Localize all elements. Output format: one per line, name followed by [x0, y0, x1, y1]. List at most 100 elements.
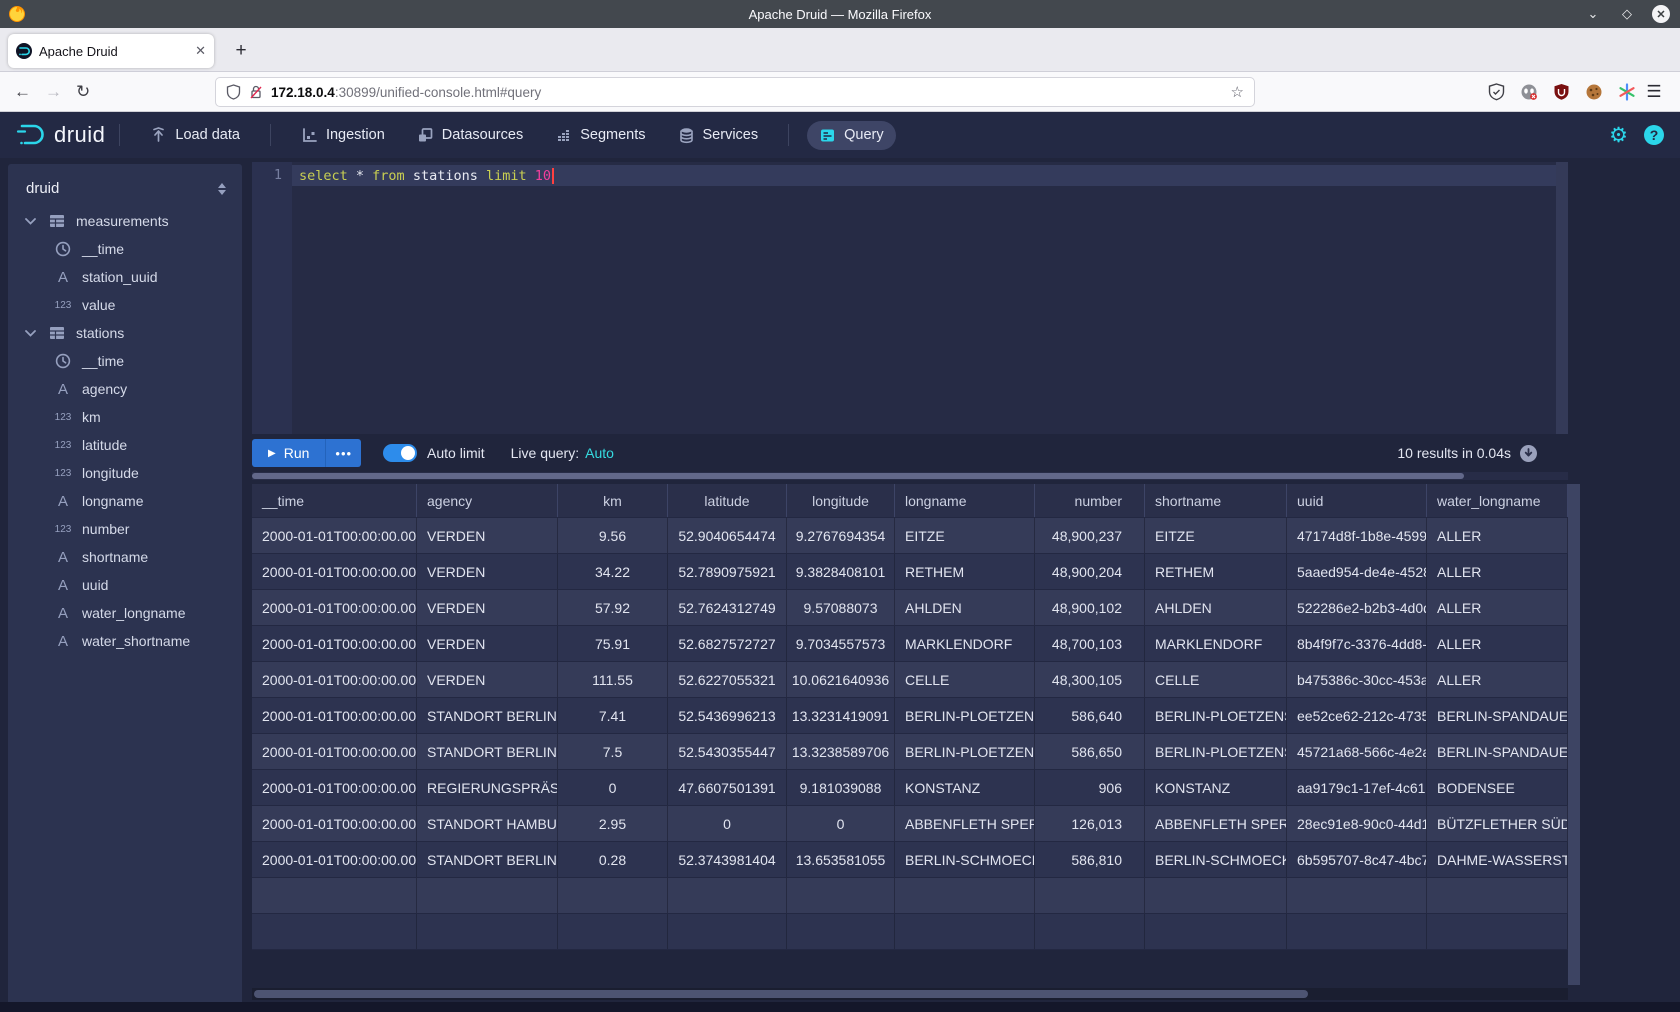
cell-km: 34.22 [558, 554, 668, 589]
tracking-shield-icon[interactable] [226, 84, 241, 100]
nav-item-services[interactable]: Services [666, 121, 771, 150]
results-count-text: 10 results in 0.04s [1397, 445, 1511, 461]
results-vscrollbar[interactable] [1568, 484, 1580, 985]
cell-agency: STANDORT HAMBURG [417, 806, 558, 841]
tree-item-water-shortname[interactable]: Awater_shortname [8, 627, 242, 655]
cell-shortname: CELLE [1145, 662, 1287, 697]
column-header-__time[interactable]: __time [252, 484, 417, 517]
extension-cookie-icon[interactable] [1585, 83, 1603, 101]
nav-item-label: Segments [580, 127, 645, 143]
reload-button[interactable]: ↻ [76, 82, 90, 102]
tree-item-longname[interactable]: Alongname [8, 487, 242, 515]
column-header-shortname[interactable]: shortname [1145, 484, 1287, 517]
extension-shield-check-icon[interactable] [1488, 83, 1505, 101]
cell-latitude: 52.7624312749 [668, 590, 787, 625]
insecure-lock-icon[interactable] [249, 84, 263, 100]
table-empty-row [252, 878, 1568, 914]
results-hscrollbar-top-thumb[interactable] [252, 473, 1464, 479]
cell-shortname: EITZE [1145, 518, 1287, 553]
column-header-number[interactable]: number [1035, 484, 1145, 517]
column-header-water_longname[interactable]: water_longname [1427, 484, 1568, 517]
tree-item-shortname[interactable]: Ashortname [8, 543, 242, 571]
run-toolbar: ▶ Run ••• Auto limit Live query: Auto 10… [252, 438, 1568, 468]
number-type-icon: 123 [52, 440, 74, 451]
tree-item-water-longname[interactable]: Awater_longname [8, 599, 242, 627]
cell-latitude [668, 878, 787, 913]
forward-button[interactable]: → [45, 82, 62, 102]
results-hscrollbar-top [252, 472, 1568, 480]
extension-mask-icon[interactable] [1520, 83, 1538, 101]
cell-longname: KONSTANZ [895, 770, 1035, 805]
back-button[interactable]: ← [14, 82, 31, 102]
results-hscrollbar-bottom-thumb[interactable] [254, 990, 1308, 998]
download-results-icon[interactable] [1519, 444, 1538, 463]
tab-bar: Apache Druid ✕ + [0, 28, 1680, 72]
druid-logo[interactable]: druid [16, 122, 105, 148]
live-query-value[interactable]: Auto [585, 445, 614, 461]
menu-button[interactable]: ☰ [1642, 80, 1666, 104]
editor-scrollbar[interactable] [1556, 162, 1568, 434]
tree-item-uuid[interactable]: Auuid [8, 571, 242, 599]
column-header-longitude[interactable]: longitude [787, 484, 895, 517]
tab-apache-druid[interactable]: Apache Druid ✕ [8, 34, 214, 68]
cell-uuid: 8b4f9f7c-3376-4dd8-950c [1287, 626, 1427, 661]
settings-gear-icon[interactable]: ⚙ [1609, 123, 1628, 148]
tree-item-label: shortname [82, 549, 148, 565]
cell-km: 111.55 [558, 662, 668, 697]
table-icon [46, 326, 68, 340]
tree-item---time[interactable]: __time [8, 235, 242, 263]
cell-uuid [1287, 914, 1427, 949]
nav-item-load-data[interactable]: Load data [138, 121, 252, 150]
cell-km: 0 [558, 770, 668, 805]
cell-__time: 2000-01-01T00:00:00.000Z [252, 806, 417, 841]
schema-sort-icon[interactable] [216, 182, 228, 196]
nav-item-label: Load data [175, 127, 240, 143]
new-tab-button[interactable]: + [228, 38, 254, 64]
extension-ublock-icon[interactable] [1553, 83, 1570, 101]
column-header-uuid[interactable]: uuid [1287, 484, 1427, 517]
tree-item-stations[interactable]: stations [8, 319, 242, 347]
query-text-line[interactable]: select * from stations limit 10 [292, 165, 1568, 186]
run-more-button[interactable]: ••• [325, 439, 361, 467]
run-button[interactable]: ▶ Run [252, 439, 325, 467]
tree-item-number[interactable]: 123number [8, 515, 242, 543]
nav-item-label: Services [703, 127, 759, 143]
tree-item-latitude[interactable]: 123latitude [8, 431, 242, 459]
auto-limit-toggle[interactable] [383, 444, 417, 462]
column-header-km[interactable]: km [558, 484, 668, 517]
tree-item-agency[interactable]: Aagency [8, 375, 242, 403]
url-bar[interactable]: 172.18.0.4:30899/unified-console.html#qu… [215, 77, 1255, 107]
url-text[interactable]: 172.18.0.4:30899/unified-console.html#qu… [271, 85, 1223, 100]
tree-item-label: value [82, 297, 115, 313]
window-maximize-icon[interactable]: ◇ [1618, 5, 1636, 23]
nav-item-label: Datasources [442, 127, 523, 143]
nav-item-ingestion[interactable]: Ingestion [289, 121, 397, 150]
tree-item---time[interactable]: __time [8, 347, 242, 375]
tab-title: Apache Druid [39, 44, 188, 59]
tree-item-km[interactable]: 123km [8, 403, 242, 431]
cell-km: 9.56 [558, 518, 668, 553]
tree-item-longitude[interactable]: 123longitude [8, 459, 242, 487]
window-close-icon[interactable]: ✕ [1652, 5, 1670, 23]
query-editor[interactable]: 1 select * from stations limit 10 [252, 162, 1568, 434]
string-type-icon: A [52, 381, 74, 398]
nav-item-segments[interactable]: Segments [543, 121, 657, 150]
tree-item-station-uuid[interactable]: Astation_uuid [8, 263, 242, 291]
column-header-latitude[interactable]: latitude [668, 484, 787, 517]
tree-item-measurements[interactable]: measurements [8, 207, 242, 235]
cell-latitude: 52.3743981404 [668, 842, 787, 877]
window-minimize-icon[interactable]: ⌄ [1584, 5, 1602, 23]
chevron-down-icon[interactable] [22, 330, 38, 337]
cell-number: 48,900,204 [1035, 554, 1145, 589]
bookmark-star-icon[interactable]: ☆ [1231, 83, 1244, 101]
column-header-longname[interactable]: longname [895, 484, 1035, 517]
nav-item-query[interactable]: Query [807, 121, 896, 150]
tree-item-value[interactable]: 123value [8, 291, 242, 319]
extension-snowflake-icon[interactable] [1618, 83, 1636, 101]
chevron-down-icon[interactable] [22, 218, 38, 225]
column-header-agency[interactable]: agency [417, 484, 558, 517]
help-icon[interactable]: ? [1644, 125, 1664, 145]
cell-agency [417, 878, 558, 913]
nav-item-datasources[interactable]: Datasources [405, 121, 535, 150]
tab-close-icon[interactable]: ✕ [195, 43, 206, 59]
